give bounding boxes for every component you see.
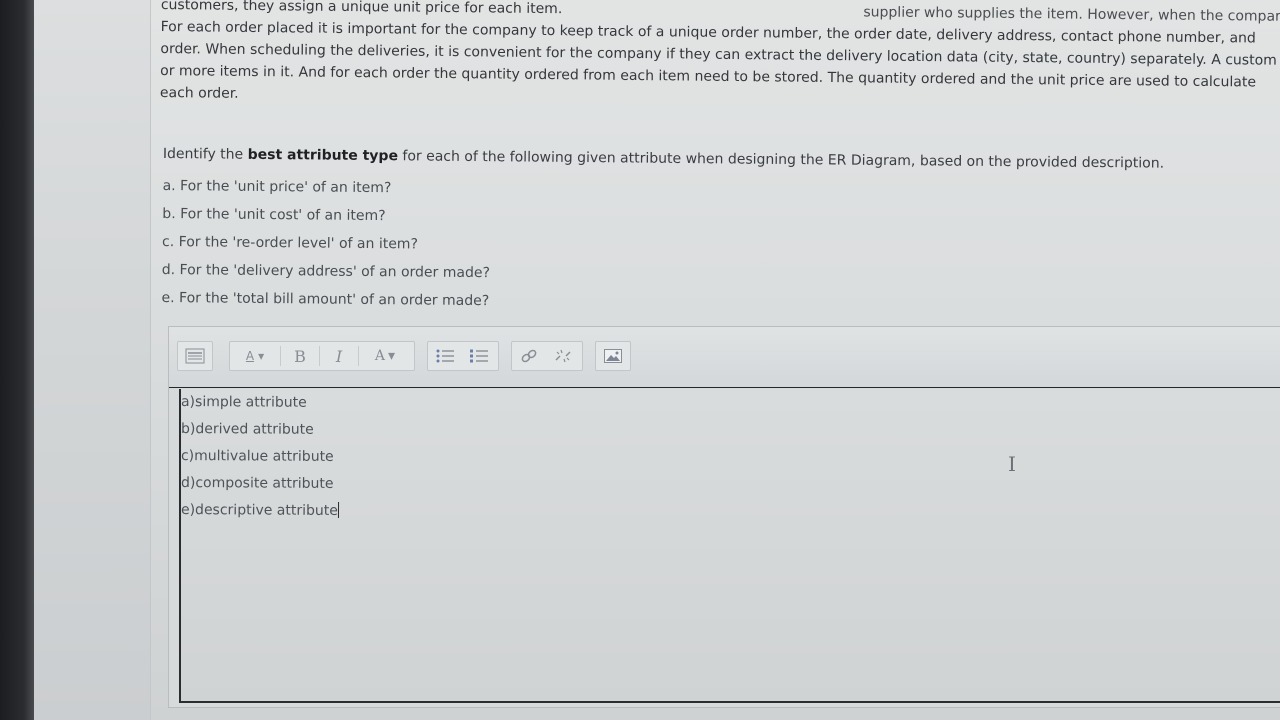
toolbar-group-lists (427, 341, 499, 371)
answer-line: d)composite attribute (180, 475, 334, 492)
toolbar-group-format (177, 341, 213, 371)
paragraph-format-button[interactable] (178, 342, 212, 370)
bold-button[interactable]: B (281, 342, 319, 370)
bold-icon: B (294, 346, 306, 366)
chevron-down-icon: ▾ (388, 348, 396, 364)
question-description: customers, they assign a unique unit pri… (160, 0, 1280, 116)
sub-question-list: a. For the 'unit price' of an item? b. F… (161, 172, 1262, 323)
insert-link-button[interactable] (512, 342, 546, 370)
image-icon (604, 349, 622, 363)
question-prompt: Identify the best attribute type for eac… (161, 146, 1263, 323)
bullet-list-button[interactable] (428, 342, 462, 370)
chevron-down-icon: ▾ (258, 349, 265, 363)
toolbar-group-media (595, 341, 631, 371)
answer-line-text: e)descriptive attribute (180, 502, 338, 519)
unlink-icon (555, 349, 571, 363)
link-icon (521, 349, 537, 363)
screen-bezel (0, 0, 34, 720)
answer-line: a)simple attribute (180, 394, 307, 411)
numbered-list-button[interactable] (462, 342, 496, 370)
answer-editor: A ▾ B I A ▾ a)simple attribute b)derived… (168, 326, 1280, 708)
prompt-intro-bold: best attribute type (247, 146, 399, 165)
answer-line-last: e)descriptive attribute (181, 497, 339, 525)
text-caret (337, 501, 339, 518)
paragraph-format-icon (185, 348, 205, 364)
answer-line: b)derived attribute (180, 421, 314, 438)
answer-textarea[interactable]: a)simple attribute b)derived attribute c… (179, 389, 1280, 703)
insert-image-button[interactable] (596, 342, 630, 370)
numbered-list-icon (470, 349, 488, 363)
answer-lines: a)simple attribute b)derived attribute c… (181, 389, 339, 524)
font-color-icon: A (374, 348, 386, 364)
answer-line: c)multivalue attribute (180, 448, 334, 465)
toolbar-group-links (511, 341, 583, 371)
bullet-list-icon (436, 349, 454, 363)
italic-icon: I (335, 346, 343, 366)
editor-toolbar: A ▾ B I A ▾ (169, 327, 1280, 388)
ibeam-cursor-icon: I (1008, 452, 1016, 476)
font-color-button[interactable]: A ▾ (359, 342, 411, 370)
unlink-button[interactable] (546, 342, 580, 370)
font-size-button[interactable]: A ▾ (230, 342, 280, 370)
toolbar-group-text: A ▾ B I A ▾ (229, 341, 415, 371)
italic-button[interactable]: I (320, 342, 358, 370)
font-size-icon: A (245, 349, 255, 363)
prompt-intro-text: Identify the (162, 146, 248, 163)
